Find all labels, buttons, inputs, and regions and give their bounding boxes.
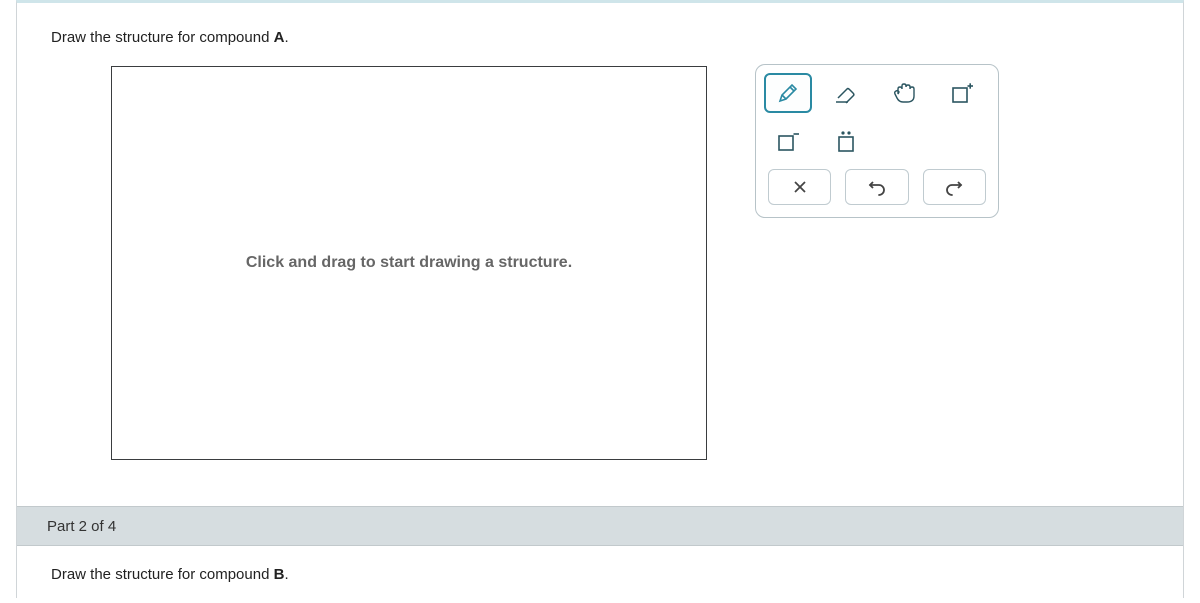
drawing-canvas[interactable]: Click and drag to start drawing a struct… bbox=[111, 66, 707, 460]
eraser-icon bbox=[833, 82, 859, 104]
clear-button[interactable] bbox=[768, 169, 831, 205]
undo-icon bbox=[868, 178, 886, 196]
close-icon bbox=[792, 179, 808, 195]
prompt-bold: B bbox=[274, 566, 285, 583]
part-label: Part 2 of 4 bbox=[47, 518, 116, 535]
tool-panel bbox=[755, 64, 999, 218]
section-a: Draw the structure for compound A. Click… bbox=[17, 3, 1183, 460]
lone-pair-tool[interactable] bbox=[822, 121, 870, 161]
section-b: Draw the structure for compound B. bbox=[17, 546, 1183, 603]
redo-icon bbox=[945, 178, 963, 196]
prompt-suffix: . bbox=[284, 566, 288, 583]
move-tool[interactable] bbox=[880, 73, 928, 113]
square-lonepair-icon bbox=[833, 129, 859, 153]
prompt-a: Draw the structure for compound A. bbox=[51, 29, 1149, 46]
prompt-suffix: . bbox=[284, 29, 288, 46]
charge-plus-tool[interactable] bbox=[938, 73, 986, 113]
undo-button[interactable] bbox=[845, 169, 908, 205]
pencil-tool[interactable] bbox=[764, 73, 812, 113]
part-header: Part 2 of 4 bbox=[17, 506, 1183, 546]
prompt-text: Draw the structure for compound bbox=[51, 566, 274, 583]
eraser-tool[interactable] bbox=[822, 73, 870, 113]
prompt-b: Draw the structure for compound B. bbox=[51, 566, 1149, 583]
canvas-hint: Click and drag to start drawing a struct… bbox=[246, 252, 572, 274]
prompt-bold: A bbox=[274, 29, 285, 46]
square-plus-icon bbox=[949, 81, 975, 105]
square-minus-icon bbox=[775, 129, 801, 153]
charge-minus-tool[interactable] bbox=[764, 121, 812, 161]
prompt-text: Draw the structure for compound bbox=[51, 29, 274, 46]
pencil-icon bbox=[776, 81, 800, 105]
redo-button[interactable] bbox=[923, 169, 986, 205]
hand-icon bbox=[891, 81, 917, 105]
